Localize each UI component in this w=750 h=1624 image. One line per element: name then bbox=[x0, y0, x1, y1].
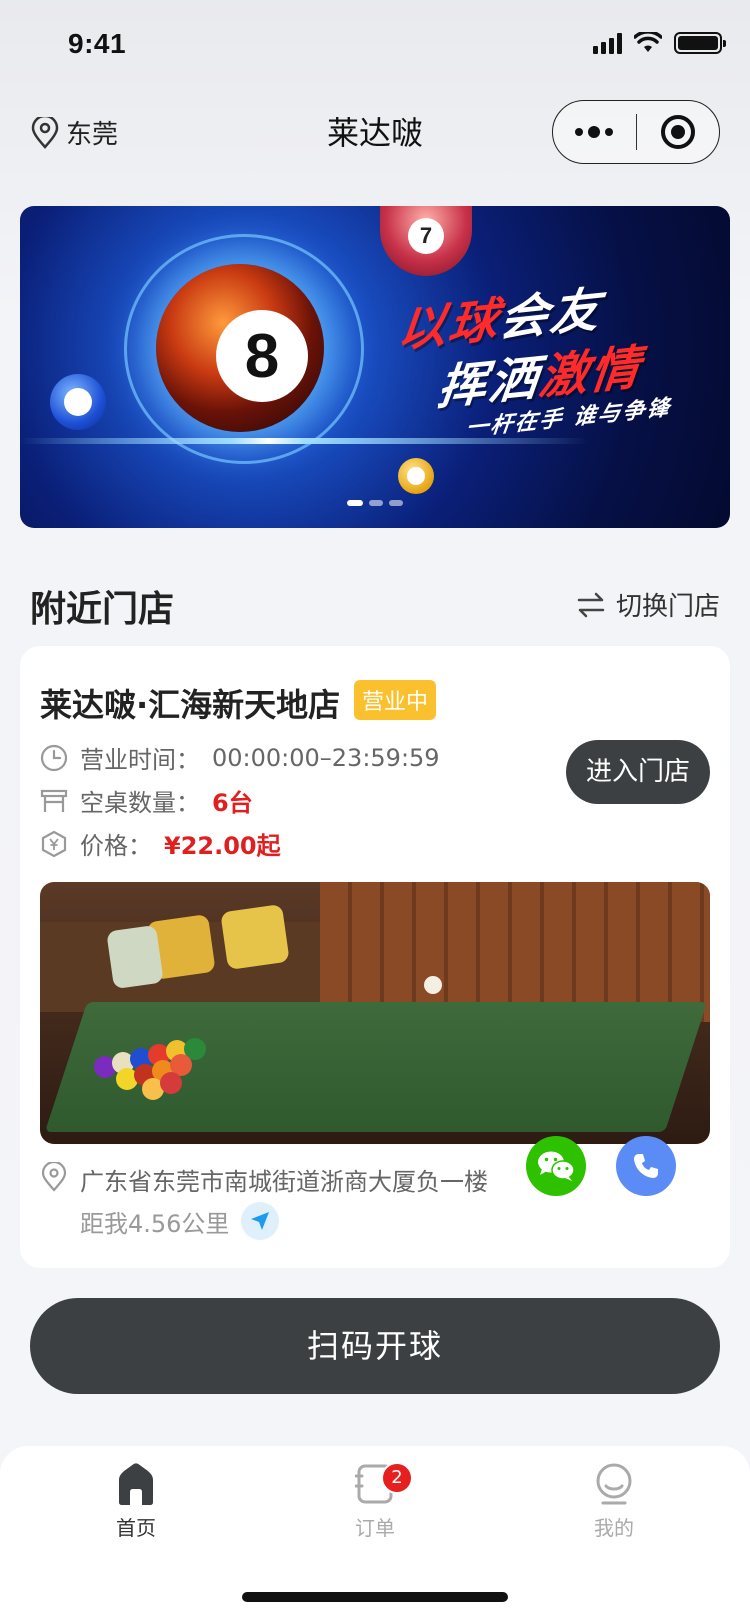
cellular-signal-icon bbox=[593, 32, 622, 54]
phone-icon bbox=[634, 1154, 658, 1178]
store-name: 莱达啵·汇海新天地店 bbox=[40, 686, 341, 724]
tab-home-label: 首页 bbox=[116, 1516, 156, 1540]
banner-pagination bbox=[20, 500, 730, 506]
home-indicator bbox=[242, 1592, 508, 1602]
battery-icon bbox=[674, 32, 726, 54]
photo-ball-rack bbox=[94, 1032, 214, 1100]
store-card: 莱达啵·汇海新天地店 营业中 营业时间： 00:00:00–23:59:59 空… bbox=[20, 646, 730, 1268]
eight-ball-number: 8 bbox=[216, 310, 308, 402]
close-miniprogram-button[interactable] bbox=[637, 115, 720, 149]
price-tag-icon bbox=[41, 830, 67, 857]
price-label: 价格： bbox=[80, 832, 152, 860]
photo-pillow bbox=[106, 924, 164, 990]
yellow-ball-image bbox=[398, 458, 434, 494]
photo-pillow bbox=[220, 903, 290, 971]
status-icons bbox=[593, 32, 726, 54]
nav-bar: 东莞 莱达啵 bbox=[0, 96, 750, 164]
hours-label: 营业时间： bbox=[80, 746, 200, 774]
distance-row: 距我4.56公里 bbox=[80, 1202, 280, 1240]
store-distance: 距我4.56公里 bbox=[80, 1209, 230, 1238]
user-face-icon bbox=[596, 1463, 632, 1505]
switch-store-button[interactable]: 切换门店 bbox=[576, 586, 720, 623]
banner-dot-1[interactable] bbox=[347, 500, 363, 506]
hours-value: 00:00:00–23:59:59 bbox=[212, 743, 440, 772]
wifi-icon bbox=[634, 32, 662, 52]
wechat-icon bbox=[538, 1151, 575, 1181]
more-menu-button[interactable] bbox=[553, 126, 636, 138]
address-row: 广东省东莞市南城街道浙商大厦负一楼 bbox=[40, 1162, 488, 1197]
hours-row: 营业时间： 00:00:00–23:59:59 bbox=[40, 740, 440, 775]
eight-ball-image: 8 bbox=[156, 264, 324, 432]
section-title: 附近门店 bbox=[30, 589, 175, 630]
photo-cue-ball bbox=[424, 976, 442, 994]
tab-orders-label: 订单 bbox=[355, 1516, 395, 1540]
call-store-button[interactable] bbox=[616, 1136, 676, 1196]
tables-value: 6台 bbox=[212, 789, 253, 817]
seven-ball-image: 7 bbox=[380, 206, 472, 276]
blue-ball-image bbox=[50, 374, 106, 430]
tables-label: 空桌数量： bbox=[80, 789, 200, 817]
store-address: 广东省东莞市南城街道浙商大厦负一楼 bbox=[80, 1168, 488, 1196]
table-icon bbox=[40, 789, 68, 812]
location-pin-icon bbox=[41, 1162, 67, 1192]
tab-profile[interactable]: 我的 bbox=[554, 1462, 674, 1541]
banner-light-streak bbox=[20, 438, 730, 444]
tab-orders[interactable]: 订单 2 bbox=[315, 1462, 435, 1541]
promo-banner[interactable]: 8 7 以球会友 挥洒激情 一杆在手 谁与争锋 bbox=[20, 206, 730, 528]
home-icon bbox=[119, 1463, 153, 1505]
tab-profile-label: 我的 bbox=[594, 1516, 634, 1540]
status-badge: 营业中 bbox=[354, 680, 437, 720]
price-row: 价格： ¥22.00起 bbox=[40, 826, 281, 861]
navigate-button[interactable] bbox=[241, 1202, 280, 1240]
store-photo[interactable] bbox=[40, 882, 710, 1144]
miniprogram-capsule bbox=[552, 100, 720, 164]
status-bar: 9:41 bbox=[0, 0, 750, 92]
price-value: ¥22.00起 bbox=[164, 832, 281, 860]
wechat-contact-button[interactable] bbox=[526, 1136, 586, 1196]
clock-icon bbox=[40, 744, 68, 771]
seven-ball-number: 7 bbox=[408, 218, 444, 254]
banner-dot-3[interactable] bbox=[389, 500, 403, 506]
tables-row: 空桌数量： 6台 bbox=[40, 783, 253, 818]
photo-wood-wall bbox=[320, 882, 710, 1022]
switch-store-label: 切换门店 bbox=[615, 592, 720, 622]
banner-dot-2[interactable] bbox=[369, 500, 383, 506]
enter-store-button[interactable]: 进入门店 bbox=[566, 740, 710, 804]
orders-count-badge: 2 bbox=[381, 1462, 413, 1494]
tab-home[interactable]: 首页 bbox=[76, 1462, 196, 1541]
target-icon bbox=[660, 115, 695, 149]
swap-arrows-icon bbox=[577, 592, 605, 617]
status-time: 9:41 bbox=[68, 28, 127, 59]
navigation-arrow-icon bbox=[251, 1212, 270, 1230]
scan-to-start-button[interactable]: 扫码开球 bbox=[30, 1298, 720, 1394]
